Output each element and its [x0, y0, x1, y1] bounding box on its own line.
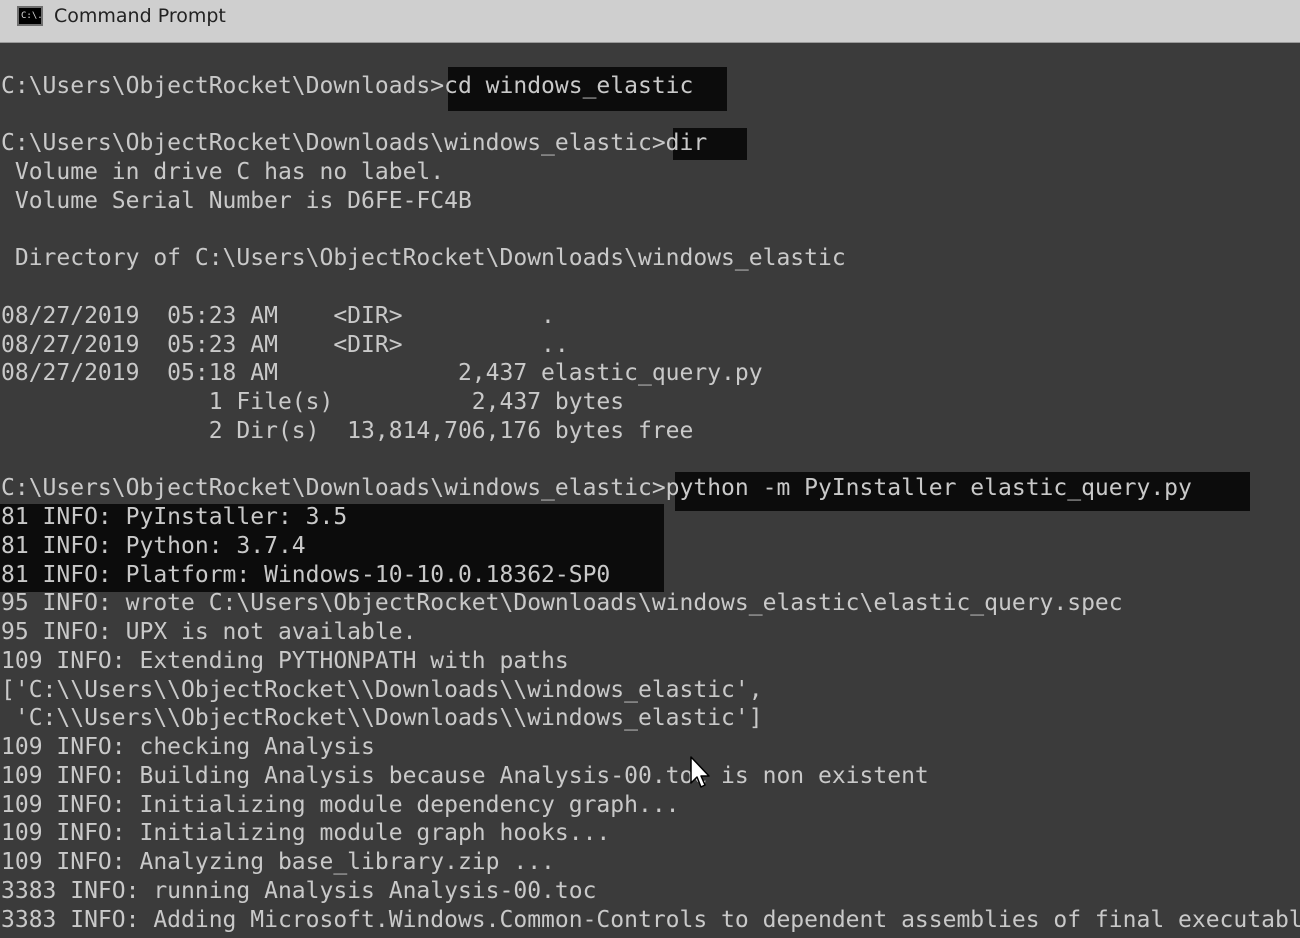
- console-line: 'C:\\Users\\ObjectRocket\\Downloads\\win…: [1, 705, 763, 731]
- console-line: C:\Users\ObjectRocket\Downloads\windows_…: [1, 475, 1192, 501]
- console-line: 109 INFO: Initializing module dependency…: [1, 792, 680, 818]
- console-line: 1 File(s) 2,437 bytes: [1, 389, 625, 415]
- console-line: ['C:\\Users\\ObjectRocket\\Downloads\\wi…: [1, 677, 763, 703]
- console-line: 109 INFO: Initializing module graph hook…: [1, 820, 611, 846]
- title-bar[interactable]: C:\. Command Prompt: [0, 0, 1300, 43]
- console-line: Volume in drive C has no label.: [1, 159, 445, 185]
- console-line: 109 INFO: Building Analysis because Anal…: [1, 763, 929, 789]
- console-line: 2 Dir(s) 13,814,706,176 bytes free: [1, 418, 694, 444]
- console-line: Volume Serial Number is D6FE-FC4B: [1, 188, 472, 214]
- console-line: 109 INFO: checking Analysis: [1, 734, 375, 760]
- console-line: C:\Users\ObjectRocket\Downloads\windows_…: [1, 130, 708, 156]
- console-output[interactable]: C:\Users\ObjectRocket\Downloads>cd windo…: [0, 43, 1300, 938]
- console-line: 08/27/2019 05:23 AM <DIR> ..: [1, 332, 569, 358]
- console-line: C:\Users\ObjectRocket\Downloads>cd windo…: [1, 73, 694, 99]
- console-line: 08/27/2019 05:18 AM 2,437 elastic_query.…: [1, 360, 763, 386]
- cmd-icon: C:\.: [17, 6, 43, 26]
- console-line: 81 INFO: Platform: Windows-10-10.0.18362…: [1, 562, 611, 588]
- console-line: 109 INFO: Extending PYTHONPATH with path…: [1, 648, 569, 674]
- console-line: 81 INFO: PyInstaller: 3.5: [1, 504, 348, 530]
- console-line: 08/27/2019 05:23 AM <DIR> .: [1, 303, 555, 329]
- mouse-pointer-icon: [690, 756, 710, 788]
- console-line: 95 INFO: UPX is not available.: [1, 619, 417, 645]
- window-title: Command Prompt: [54, 5, 226, 27]
- console-line: 95 INFO: wrote C:\Users\ObjectRocket\Dow…: [1, 590, 1123, 616]
- console-line: Directory of C:\Users\ObjectRocket\Downl…: [1, 245, 846, 271]
- console-line: 3383 INFO: running Analysis Analysis-00.…: [1, 878, 597, 904]
- console-line: 81 INFO: Python: 3.7.4: [1, 533, 306, 559]
- console-line: 3383 INFO: Adding Microsoft.Windows.Comm…: [1, 907, 1300, 933]
- console-line: 109 INFO: Analyzing base_library.zip ...: [1, 849, 555, 875]
